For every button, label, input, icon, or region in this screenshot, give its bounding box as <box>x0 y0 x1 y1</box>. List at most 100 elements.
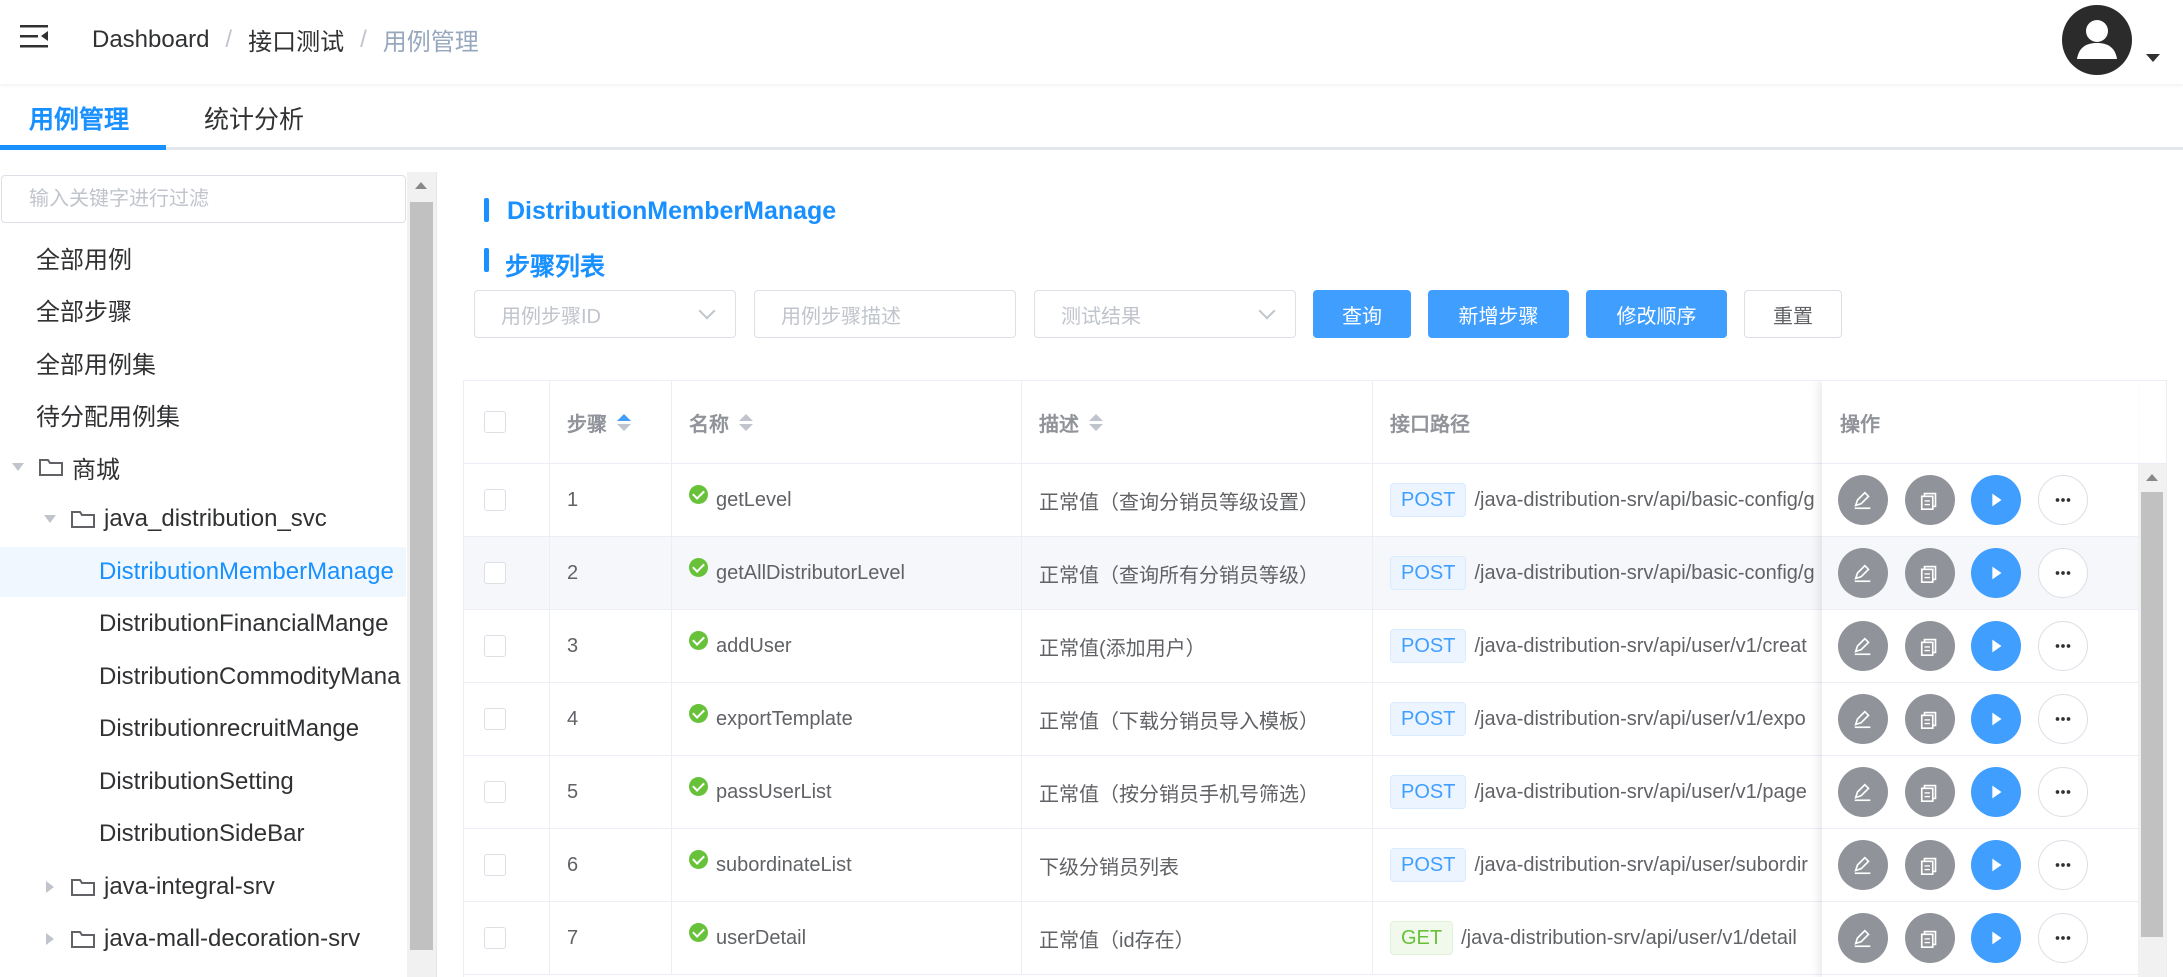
tree-item-unassigned-suites[interactable]: 待分配用例集 <box>36 389 180 439</box>
edit-button[interactable] <box>1838 840 1888 890</box>
more-button[interactable] <box>2038 621 2088 671</box>
edit-button[interactable] <box>1838 913 1888 963</box>
tree-item-java-integral-srv[interactable]: java-integral-srv <box>46 862 275 912</box>
tree-item-label: 全部用例 <box>36 246 132 274</box>
top-navbar: Dashboard / 接口测试 / 用例管理 <box>0 0 2183 84</box>
more-icon <box>2055 571 2071 575</box>
copy-button[interactable] <box>1905 694 1955 744</box>
desc-cell: 正常值（查询所有分销员等级） <box>1022 537 1373 609</box>
tree-item-mall[interactable]: 商城 <box>12 442 120 492</box>
copy-button[interactable] <box>1905 475 1955 525</box>
sort-icon[interactable] <box>1089 413 1103 431</box>
step-cell: 1 <box>550 464 672 536</box>
hamburger-icon[interactable] <box>18 22 52 52</box>
caret-down-icon[interactable] <box>2146 54 2160 62</box>
test-result-select[interactable]: 测试结果 <box>1034 290 1296 338</box>
tree-item-all-cases[interactable]: 全部用例 <box>36 232 132 282</box>
breadcrumb-dashboard[interactable]: Dashboard <box>92 26 209 54</box>
avatar[interactable] <box>2062 5 2132 75</box>
more-button[interactable] <box>2038 913 2088 963</box>
name-cell: userDetail <box>672 902 1022 974</box>
header-desc[interactable]: 描述 <box>1022 381 1373 464</box>
case-tree-sidebar: 全部用例 全部步骤 全部用例集 待分配用例集 商城 java_distribut… <box>0 172 437 977</box>
run-button[interactable] <box>1971 913 2021 963</box>
more-button[interactable] <box>2038 475 2088 525</box>
copy-button[interactable] <box>1905 767 1955 817</box>
edit-button[interactable] <box>1838 767 1888 817</box>
expand-caret-icon[interactable] <box>12 463 24 471</box>
copy-icon <box>1920 565 1937 583</box>
breadcrumb-separator: / <box>225 25 233 53</box>
more-button[interactable] <box>2038 840 2088 890</box>
reset-button[interactable]: 重置 <box>1744 290 1842 338</box>
tree-item-all-steps[interactable]: 全部步骤 <box>36 284 132 334</box>
more-button[interactable] <box>2038 694 2088 744</box>
header-step[interactable]: 步骤 <box>550 381 672 464</box>
desc-cell: 正常值（按分销员手机号筛选） <box>1022 756 1373 828</box>
expand-caret-icon[interactable] <box>46 881 54 893</box>
step-desc-input[interactable]: 用例步骤描述 <box>754 290 1016 338</box>
tree-item-distribution-sidebar[interactable]: DistributionSideBar <box>99 809 304 859</box>
run-button[interactable] <box>1971 548 2021 598</box>
row-checkbox[interactable] <box>484 854 506 876</box>
tree-item-java-distribution-svc[interactable]: java_distribution_svc <box>44 494 327 544</box>
folder-icon <box>71 879 95 896</box>
copy-button[interactable] <box>1905 840 1955 890</box>
copy-button[interactable] <box>1905 548 1955 598</box>
tree-item-distribution-financial[interactable]: DistributionFinancialMange <box>99 599 388 649</box>
tree-item-java-mall-decoration-srv[interactable]: java-mall-decoration-srv <box>46 914 360 964</box>
edit-button[interactable] <box>1838 621 1888 671</box>
row-checkbox[interactable] <box>484 781 506 803</box>
ops-row <box>1822 537 2138 610</box>
table-scroll-thumb[interactable] <box>2141 492 2163 937</box>
edit-button[interactable] <box>1838 475 1888 525</box>
scroll-up-arrow-icon[interactable] <box>415 182 427 189</box>
tree-item-distribution-setting[interactable]: DistributionSetting <box>99 757 294 807</box>
copy-button[interactable] <box>1905 621 1955 671</box>
check-circle-icon <box>689 630 708 650</box>
name-cell: subordinateList <box>672 829 1022 901</box>
row-checkbox[interactable] <box>484 562 506 584</box>
sort-icon[interactable] <box>617 413 631 431</box>
query-button[interactable]: 查询 <box>1313 290 1411 338</box>
tree-item-label: DistributionCommodityMana <box>99 663 401 690</box>
row-checkbox[interactable] <box>484 708 506 730</box>
scroll-up-arrow-icon[interactable] <box>2146 474 2158 481</box>
breadcrumb-api-test[interactable]: 接口测试 <box>248 22 344 57</box>
sort-icon[interactable] <box>739 413 753 431</box>
tree-item-distribution-recruit[interactable]: DistributionrecruitMange <box>99 704 359 754</box>
step-id-select[interactable]: 用例步骤ID <box>474 290 736 338</box>
run-button[interactable] <box>1971 840 2021 890</box>
copy-button[interactable] <box>1905 913 1955 963</box>
more-button[interactable] <box>2038 548 2088 598</box>
run-button[interactable] <box>1971 475 2021 525</box>
select-all-checkbox[interactable] <box>484 411 506 433</box>
copy-icon <box>1920 638 1937 656</box>
run-button[interactable] <box>1971 694 2021 744</box>
run-button[interactable] <box>1971 767 2021 817</box>
edit-button[interactable] <box>1838 694 1888 744</box>
row-checkbox[interactable] <box>484 927 506 949</box>
expand-caret-icon[interactable] <box>44 515 56 523</box>
edit-button[interactable] <box>1838 548 1888 598</box>
sidebar-scrollbar[interactable] <box>407 172 436 977</box>
reorder-button[interactable]: 修改顺序 <box>1586 290 1727 338</box>
tab-case-management[interactable]: 用例管理 <box>29 100 129 150</box>
sidebar-scroll-thumb[interactable] <box>410 202 433 950</box>
tree-filter-input[interactable] <box>1 175 406 223</box>
tab-statistics[interactable]: 统计分析 <box>204 100 304 150</box>
row-checkbox[interactable] <box>484 635 506 657</box>
more-button[interactable] <box>2038 767 2088 817</box>
play-icon <box>1992 639 2002 653</box>
add-step-button[interactable]: 新增步骤 <box>1428 290 1569 338</box>
row-checkbox[interactable] <box>484 489 506 511</box>
tree-item-distribution-commodity[interactable]: DistributionCommodityMana <box>99 652 406 702</box>
header-name[interactable]: 名称 <box>672 381 1022 464</box>
tree-item-distribution-member-manage[interactable]: DistributionMemberManage <box>0 547 406 597</box>
run-button[interactable] <box>1971 621 2021 671</box>
expand-caret-icon[interactable] <box>46 933 54 945</box>
operations-column: 操作 <box>1822 381 2138 977</box>
tree-item-all-suites[interactable]: 全部用例集 <box>36 337 156 387</box>
table-scrollbar[interactable] <box>2138 464 2166 977</box>
header-name-label: 名称 <box>689 413 729 436</box>
